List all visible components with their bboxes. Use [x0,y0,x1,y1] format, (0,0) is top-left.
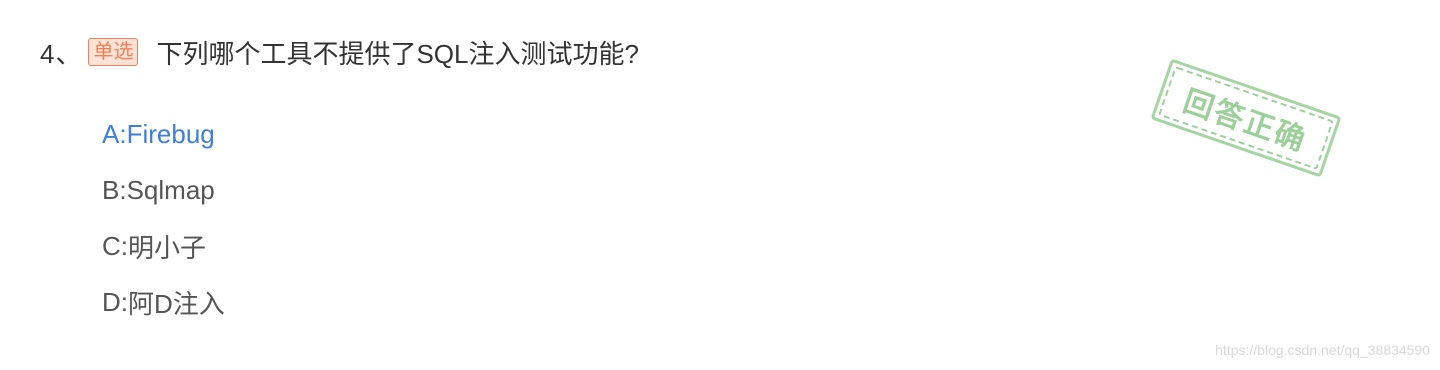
option-b[interactable]: B: Sqlmap [102,162,225,218]
option-letter: D: [102,286,128,317]
option-c[interactable]: C: 明小子 [102,218,225,274]
answer-options: A: Firebug B: Sqlmap C: 明小子 D: 阿D注入 [102,106,225,330]
question-number: 4、 [40,38,83,69]
option-letter: B: [102,174,127,205]
option-text: Sqlmap [126,174,215,205]
watermark-url: https://blog.csdn.net/qq_38834590 [1215,342,1430,358]
question-type-badge: 单选 [88,38,139,66]
correct-answer-stamp: 回答正确 [1150,58,1342,178]
option-letter: A: [102,118,127,149]
question-header: 4、 单选 下列哪个工具不提供了SQL注入测试功能? [40,30,639,74]
option-text: 阿D注入 [128,288,225,319]
option-letter: C: [102,230,128,261]
option-d[interactable]: D: 阿D注入 [102,274,225,330]
question-text: 下列哪个工具不提供了SQL注入测试功能? [156,38,639,69]
option-text: 明小子 [128,232,207,263]
option-text: Firebug [126,118,215,149]
stamp-text: 回答正确 [1178,84,1311,158]
option-a[interactable]: A: Firebug [102,106,225,162]
